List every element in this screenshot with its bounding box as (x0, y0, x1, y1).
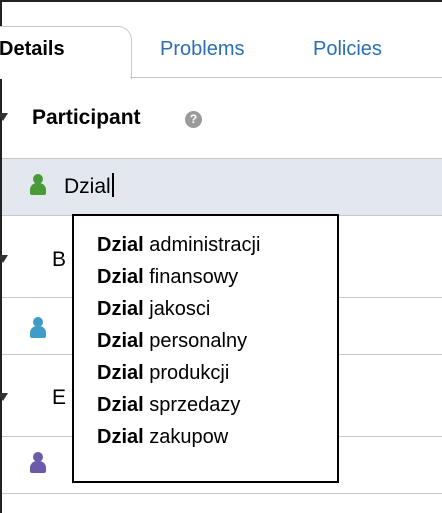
autocomplete-option[interactable]: Dzial finansowy (97, 266, 238, 289)
option-match: Dzial (97, 330, 144, 352)
participant-input-row[interactable]: Dzial (2, 158, 442, 216)
option-match: Dzial (97, 394, 144, 416)
help-icon[interactable]: ? (185, 111, 202, 128)
autocomplete-option[interactable]: Dzial produkcji (97, 362, 229, 385)
autocomplete-option[interactable]: Dzial sprzedazy (97, 394, 240, 417)
person-blue-icon (29, 317, 47, 339)
option-rest: zakupow (143, 426, 229, 448)
panel: Details Problems Policies Participant ? … (0, 0, 442, 513)
tab-divider (130, 77, 442, 78)
section-title-participant: Participant (32, 106, 141, 129)
option-match: Dzial (97, 298, 144, 320)
option-rest: jakosci (143, 298, 211, 320)
person-purple-icon (29, 452, 47, 474)
tab-details[interactable]: Details (0, 38, 65, 61)
section-title-e: E (52, 386, 67, 409)
autocomplete-option[interactable]: Dzial jakosci (97, 298, 210, 321)
autocomplete-dropdown: Dzial administracji Dzial finansowy Dzia… (72, 214, 339, 483)
tab-policies[interactable]: Policies (313, 38, 382, 61)
tab-bar: Details Problems Policies (0, 2, 442, 79)
participant-section-header[interactable]: Participant ? (0, 94, 442, 144)
participant-input[interactable]: Dzial (64, 173, 114, 199)
option-rest: produkcji (143, 362, 230, 384)
option-rest: personalny (143, 330, 248, 352)
option-match: Dzial (97, 426, 144, 448)
option-match: Dzial (97, 362, 144, 384)
participant-input-value: Dzial (64, 175, 111, 198)
autocomplete-option[interactable]: Dzial administracji (97, 234, 260, 257)
option-rest: sprzedazy (143, 394, 241, 416)
collapse-triangle-icon[interactable] (0, 113, 8, 121)
section-title-b: B (52, 248, 67, 271)
option-match: Dzial (97, 266, 144, 288)
text-caret (111, 173, 114, 197)
autocomplete-option[interactable]: Dzial zakupow (97, 426, 228, 449)
option-match: Dzial (97, 234, 144, 256)
collapse-triangle-icon[interactable] (0, 255, 8, 263)
option-rest: finansowy (143, 266, 239, 288)
autocomplete-option[interactable]: Dzial personalny (97, 330, 247, 353)
person-green-icon (29, 174, 47, 196)
option-rest: administracji (143, 234, 261, 256)
collapse-triangle-icon[interactable] (0, 393, 8, 401)
tab-problems[interactable]: Problems (160, 38, 244, 61)
